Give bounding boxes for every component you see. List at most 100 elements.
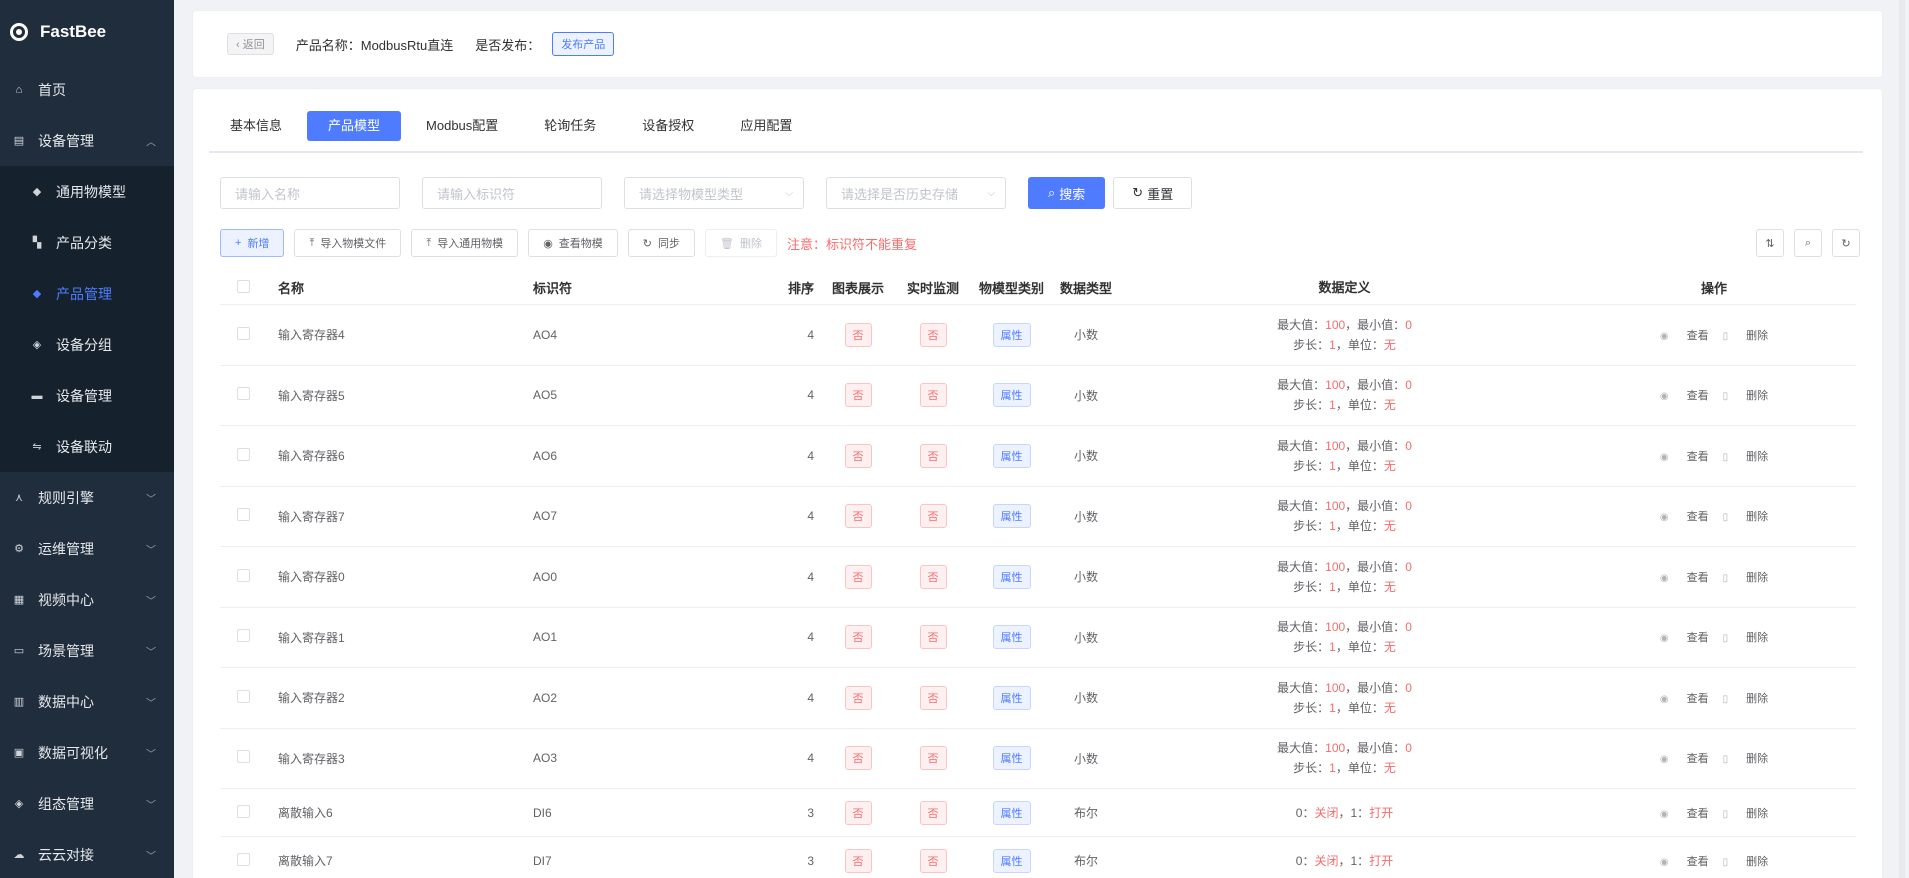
tab-2[interactable]: Modbus配置 xyxy=(405,111,519,141)
table-row[interactable]: 输入寄存器0 AO0 4 否 否 属性 小数 最大值：100，最小值：0 步长：1，单位：无 ◉ 查… xyxy=(220,547,1856,608)
view-button[interactable]: ◉ 查看 xyxy=(1660,572,1709,584)
sidebar-item-6[interactable]: ▥ 数据中心 ﹀ xyxy=(0,676,174,727)
sidebar-subitem-5[interactable]: ⇋ 设备联动 xyxy=(0,421,174,472)
row-checkbox[interactable] xyxy=(237,447,250,461)
table-row[interactable]: 输入寄存器5 AO5 4 否 否 属性 小数 最大值：100，最小值：0 步长：1，单位：无 ◉ 查… xyxy=(220,366,1856,426)
sidebar-subitem-2[interactable]: ◆ 产品管理 xyxy=(0,268,174,319)
delete-button[interactable]: ▯ 删除 xyxy=(1723,330,1769,342)
tab-4[interactable]: 设备授权 xyxy=(621,111,715,141)
cell-name: 离散输入7 xyxy=(278,854,333,868)
cell-order: 3 xyxy=(807,805,814,820)
row-checkbox[interactable] xyxy=(237,568,250,582)
trash-icon: ▯ xyxy=(1722,512,1729,524)
delete-button[interactable]: ▯ 删除 xyxy=(1723,511,1769,523)
eye-icon: ◉ xyxy=(1659,633,1669,645)
tab-3[interactable]: 轮询任务 xyxy=(523,111,617,141)
name-search-input[interactable]: 请输入名称 xyxy=(220,177,400,209)
density-icon[interactable]: ⇅ xyxy=(1756,229,1784,257)
identifier-search-input[interactable]: 请输入标识符 xyxy=(422,177,602,209)
table-row[interactable]: 输入寄存器3 AO3 4 否 否 属性 小数 最大值：100，最小值：0 步长：1，单位：无 ◉ 查… xyxy=(220,729,1856,789)
sidebar-subitem-1[interactable]: ▚ 产品分类 xyxy=(0,217,174,268)
view-model-button[interactable]: ◉ 查看物模 xyxy=(528,229,618,257)
table-row[interactable]: 输入寄存器2 AO2 4 否 否 属性 小数 最大值：100，最小值：0 步长：1，单位：无 ◉ 查… xyxy=(220,668,1856,729)
delete-button[interactable]: ▯ 删除 xyxy=(1723,572,1769,584)
trash-icon: 🗑 xyxy=(720,237,734,250)
table-row[interactable]: 离散输入6 DI6 3 否 否 属性 布尔 0：关闭，1：打开 ◉ 查看 ▯ 删除 xyxy=(220,789,1856,837)
table-row[interactable]: 离散输入7 DI7 3 否 否 属性 布尔 0：关闭，1：打开 ◉ 查看 ▯ 删除 xyxy=(220,837,1856,878)
brand[interactable]: FastBee xyxy=(0,0,174,64)
sidebar-item-5[interactable]: ▭ 场景管理 ﹀ xyxy=(0,625,174,676)
chart-tag: 否 xyxy=(844,504,872,529)
table-body: 输入寄存器4 AO4 4 否否属性 小数 最大值：100，最小值：0 步长：1，单位：无 ◉ 查… xyxy=(220,305,1856,878)
cell-data-type: 小数 xyxy=(1073,570,1098,585)
view-button[interactable]: ◉ 查看 xyxy=(1660,330,1709,342)
sidebar-item-2[interactable]: ⋏ 规则引擎 ﹀ xyxy=(0,472,174,523)
chevron-icon: ︿ xyxy=(146,137,156,148)
row-checkbox[interactable] xyxy=(237,629,250,643)
add-button[interactable]: + 新增 xyxy=(220,229,285,257)
history-storage-select[interactable]: 请选择是否历史存储 ⌵ xyxy=(826,177,1006,209)
select-all-checkbox[interactable] xyxy=(237,279,250,293)
row-checkbox[interactable] xyxy=(237,852,250,866)
sync-button[interactable]: ↻ 同步 xyxy=(627,229,696,257)
search-toggle-icon[interactable]: ⌕ xyxy=(1794,229,1822,257)
sidebar-item-4[interactable]: ▦ 视频中心 ﹀ xyxy=(0,574,174,625)
sidebar-item-8[interactable]: ◈ 组态管理 ﹀ xyxy=(0,778,174,829)
search-button[interactable]: ⌕ 搜索 xyxy=(1028,177,1106,209)
live-tag: 否 xyxy=(919,800,947,825)
sidebar-subitem-4[interactable]: ▬ 设备管理 xyxy=(0,370,174,421)
delete-button[interactable]: ▯ 删除 xyxy=(1723,753,1769,765)
category-tag: 属性 xyxy=(992,322,1031,347)
page-scrollbar[interactable] xyxy=(1899,0,1905,878)
view-button[interactable]: ◉ 查看 xyxy=(1660,856,1709,868)
row-checkbox[interactable] xyxy=(237,326,250,340)
trash-icon: ▯ xyxy=(1722,754,1729,766)
cell-operations: ◉ 查看 ▯ 删除 xyxy=(1572,805,1856,821)
cell-identifier: AO5 xyxy=(533,388,558,403)
delete-button[interactable]: ▯ 删除 xyxy=(1723,856,1769,868)
table-row[interactable]: 输入寄存器1 AO1 4 否 否 属性 小数 最大值：100，最小值：0 步长：1，单位：无 ◉ 查… xyxy=(220,608,1856,668)
sidebar-menu: ⌂ 首页 ▤ 设备管理 ︿ ◆ 通用物模型 ▚ 产品分类 ◆ 产品管理 ◈ 设备分组 ▬ 设备管理 ⇋ 设备联动… xyxy=(0,64,174,878)
row-checkbox[interactable] xyxy=(237,508,250,522)
tab-1[interactable]: 产品模型 xyxy=(307,111,402,141)
view-button[interactable]: ◉ 查看 xyxy=(1660,753,1709,765)
delete-button[interactable]: ▯ 删除 xyxy=(1723,390,1769,402)
sidebar-item-3[interactable]: ⚙ 运维管理 ﹀ xyxy=(0,523,174,574)
view-button[interactable]: ◉ 查看 xyxy=(1660,511,1709,523)
delete-button[interactable]: ▯ 删除 xyxy=(1723,451,1769,463)
chevron-icon: ﹀ xyxy=(146,698,156,709)
delete-button[interactable]: ▯ 删除 xyxy=(1723,693,1769,705)
import-model-file-button[interactable]: ⤒ 导入物模文件 xyxy=(294,229,402,257)
cell-name: 输入寄存器4 xyxy=(278,328,345,343)
table-row[interactable]: 输入寄存器7 AO7 4 否 否 属性 小数 最大值：100，最小值：0 步长：1，单位：无 ◉ 查… xyxy=(220,487,1856,547)
view-button[interactable]: ◉ 查看 xyxy=(1660,451,1709,463)
table-row[interactable]: 输入寄存器4 AO4 4 否 否 属性 小数 最大值：100，最小值：0 步长：1，单位：无 ◉ 查… xyxy=(220,305,1856,366)
sidebar-item-9[interactable]: ☁ 云云对接 ﹀ xyxy=(0,829,174,878)
import-generic-model-button[interactable]: ⤒ 导入通用物模 xyxy=(411,229,519,257)
row-checkbox[interactable] xyxy=(237,804,250,818)
tab-0[interactable]: 基本信息 xyxy=(209,111,303,141)
back-button[interactable]: ‹ 返回 xyxy=(227,33,274,55)
publish-product-button[interactable]: 发布产品 xyxy=(552,32,615,56)
model-type-select[interactable]: 请选择物模型类型 ⌵ xyxy=(624,177,804,209)
row-checkbox[interactable] xyxy=(237,387,250,401)
view-button[interactable]: ◉ 查看 xyxy=(1660,390,1709,402)
tab-5[interactable]: 应用配置 xyxy=(719,111,813,141)
sidebar-item-1[interactable]: ▤ 设备管理 ︿ xyxy=(0,115,174,166)
row-checkbox[interactable] xyxy=(237,689,250,703)
sidebar-item-7[interactable]: ▣ 数据可视化 ﹀ xyxy=(0,727,174,778)
view-button[interactable]: ◉ 查看 xyxy=(1660,693,1709,705)
table-row[interactable]: 输入寄存器6 AO6 4 否 否 属性 小数 最大值：100，最小值：0 步长：1，单位：无 ◉ 查… xyxy=(220,426,1856,487)
view-button[interactable]: ◉ 查看 xyxy=(1660,632,1709,644)
refresh-icon[interactable]: ↻ xyxy=(1832,229,1860,257)
view-button[interactable]: ◉ 查看 xyxy=(1660,808,1709,820)
sidebar-subitem-0[interactable]: ◆ 通用物模型 xyxy=(0,166,174,217)
delete-button[interactable]: ▯ 删除 xyxy=(1723,632,1769,644)
reset-button[interactable]: ↻ 重置 xyxy=(1113,177,1193,209)
sidebar-item-0[interactable]: ⌂ 首页 xyxy=(0,64,174,115)
delete-button[interactable]: ▯ 删除 xyxy=(1723,808,1769,820)
cell-data-type: 小数 xyxy=(1073,388,1098,403)
sidebar-subitem-3[interactable]: ◈ 设备分组 xyxy=(0,319,174,370)
bulk-delete-button[interactable]: 🗑 删除 xyxy=(705,229,777,257)
row-checkbox[interactable] xyxy=(237,750,250,764)
